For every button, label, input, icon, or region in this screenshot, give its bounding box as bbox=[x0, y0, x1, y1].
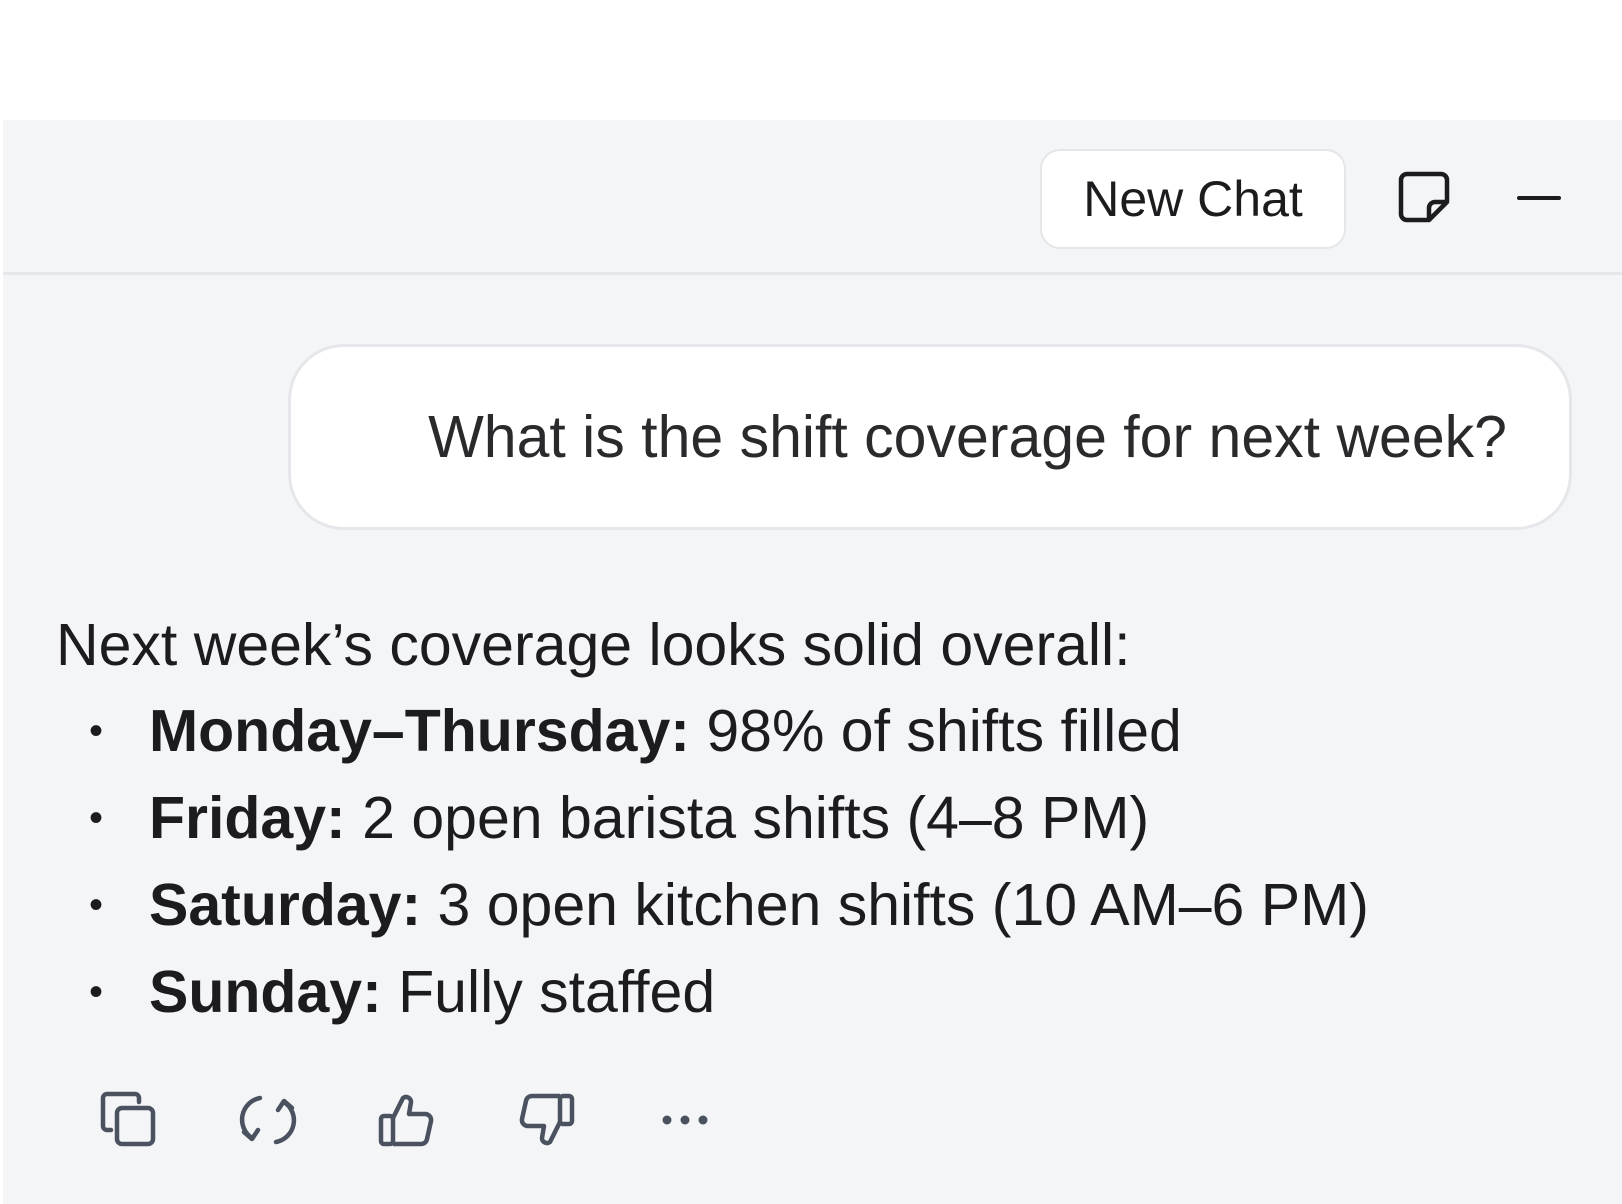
assistant-intro: Next week’s coverage looks solid overall… bbox=[56, 612, 1131, 678]
chat-panel: New Chat What is the shift coverage for … bbox=[3, 120, 1622, 1204]
item-text: 98% of shifts filled bbox=[689, 698, 1182, 764]
item-label: Saturday: bbox=[149, 872, 422, 938]
assistant-message: Next week’s coverage looks solid overall… bbox=[56, 610, 1556, 1036]
new-chat-button[interactable]: New Chat bbox=[1040, 149, 1346, 249]
bullet: • bbox=[89, 709, 104, 753]
thumbs-down-icon bbox=[516, 1090, 576, 1150]
user-message-bubble: What is the shift coverage for next week… bbox=[288, 344, 1572, 530]
note-icon bbox=[1397, 170, 1451, 229]
bullet: • bbox=[89, 883, 104, 927]
item-label: Sunday: bbox=[149, 959, 382, 1025]
list-item: • Monday–Thursday: 98% of shifts filled bbox=[56, 688, 1556, 775]
bullet: • bbox=[89, 796, 104, 840]
regenerate-button[interactable] bbox=[232, 1084, 304, 1156]
thumbs-down-button[interactable] bbox=[510, 1084, 582, 1156]
more-button[interactable] bbox=[649, 1084, 721, 1156]
list-item: • Saturday: 3 open kitchen shifts (10 AM… bbox=[56, 862, 1556, 949]
list-item: • Sunday: Fully staffed bbox=[56, 949, 1556, 1036]
minimize-button[interactable] bbox=[1503, 163, 1575, 235]
message-actions bbox=[93, 1084, 788, 1156]
user-message-text: What is the shift coverage for next week… bbox=[428, 404, 1507, 470]
copy-button[interactable] bbox=[93, 1084, 165, 1156]
chat-header: New Chat bbox=[3, 120, 1622, 275]
item-text: Fully staffed bbox=[381, 959, 716, 1025]
item-text: 2 open barista shifts (4–8 PM) bbox=[345, 785, 1150, 851]
thumbs-up-icon bbox=[377, 1090, 437, 1150]
list-item: • Friday: 2 open barista shifts (4–8 PM) bbox=[56, 775, 1556, 862]
more-icon bbox=[655, 1110, 715, 1130]
thumbs-up-button[interactable] bbox=[371, 1084, 443, 1156]
item-label: Monday–Thursday: bbox=[149, 698, 690, 764]
coverage-list: • Monday–Thursday: 98% of shifts filled … bbox=[56, 688, 1556, 1036]
item-text: 3 open kitchen shifts (10 AM–6 PM) bbox=[421, 872, 1369, 938]
minimize-icon bbox=[1517, 190, 1561, 208]
copy-icon bbox=[99, 1090, 159, 1150]
item-label: Friday: bbox=[149, 785, 346, 851]
bullet: • bbox=[89, 970, 104, 1014]
new-chat-label: New Chat bbox=[1083, 171, 1303, 227]
note-button[interactable] bbox=[1388, 163, 1460, 235]
regenerate-icon bbox=[238, 1090, 298, 1150]
